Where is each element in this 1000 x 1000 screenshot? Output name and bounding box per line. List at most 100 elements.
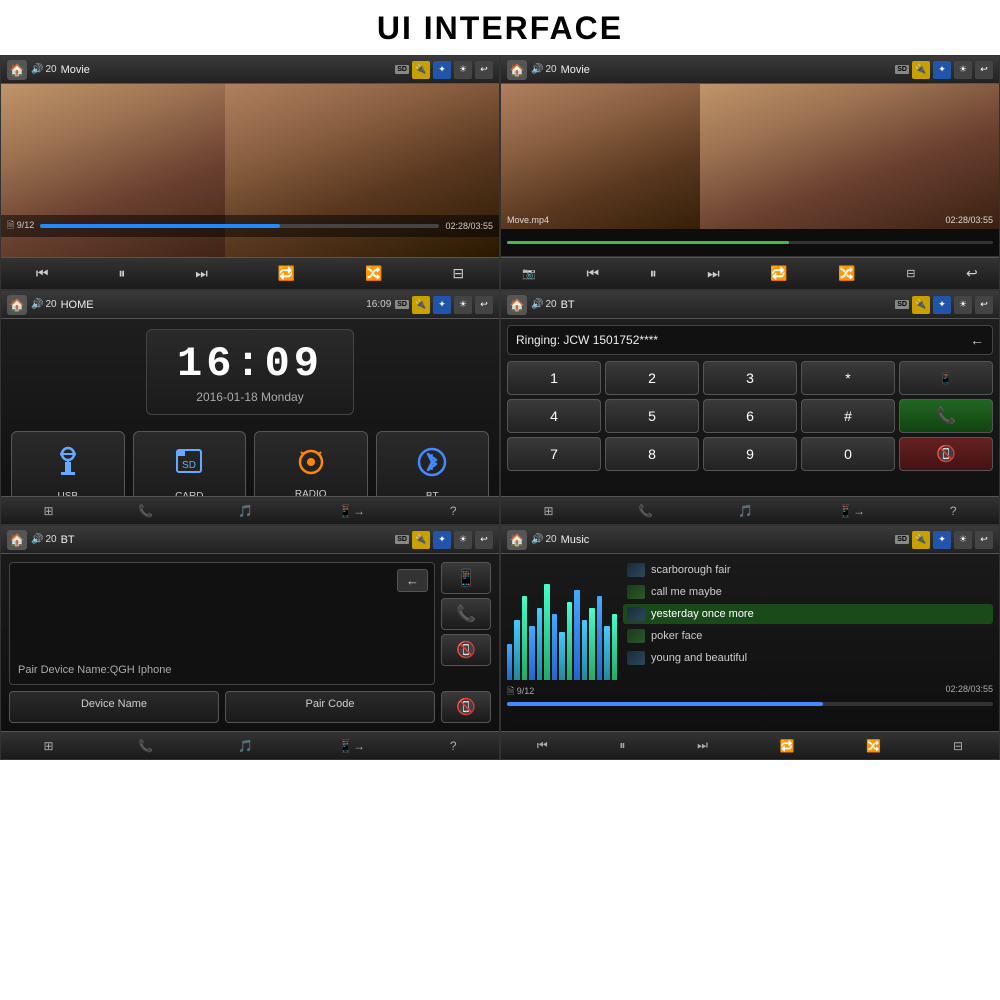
- volume-music: 🔊20: [531, 534, 557, 545]
- nav-repeat-music[interactable]: 🔁: [774, 737, 801, 755]
- eq-bar-2: [522, 596, 527, 680]
- repeat-btn-1[interactable]: 🔁: [274, 263, 299, 284]
- brightness-icon-1[interactable]: ☀: [454, 61, 472, 79]
- nav-phone-home[interactable]: 📞: [132, 502, 159, 520]
- play-pause-btn-1[interactable]: ⏸: [114, 263, 129, 284]
- more-btn-1[interactable]: ⊟: [448, 263, 468, 284]
- end-call-btn[interactable]: 📵: [441, 691, 491, 723]
- nav-next-music[interactable]: ⏭: [691, 736, 714, 755]
- progress-bar-1[interactable]: [40, 224, 439, 228]
- nav-help-bt[interactable]: ?: [444, 737, 463, 755]
- bt-call-btn[interactable]: 📞: [441, 598, 491, 630]
- app-bt[interactable]: BT: [376, 431, 490, 496]
- nav-phone-phone[interactable]: 📞: [632, 502, 659, 520]
- bottom-nav-home: ⊞ 📞 🎵 📱→ ?: [1, 496, 499, 524]
- home-icon-music[interactable]: 🏠: [507, 530, 527, 550]
- volume-2: 🔊20: [531, 64, 557, 75]
- key-4[interactable]: 4: [507, 399, 601, 433]
- nav-grid-bt[interactable]: ⊞: [37, 737, 59, 755]
- brightness-icon-music[interactable]: ☀: [954, 531, 972, 549]
- camera-btn-2[interactable]: 📷: [518, 265, 540, 282]
- key-end[interactable]: 📵: [899, 437, 993, 471]
- playlist-item-2[interactable]: call me maybe: [623, 582, 993, 602]
- key-star[interactable]: *: [801, 361, 895, 395]
- nav-shuffle-music[interactable]: 🔀: [860, 737, 887, 755]
- thumb-2: [627, 585, 645, 599]
- key-hash[interactable]: #: [801, 399, 895, 433]
- pair-code-btn[interactable]: Pair Code: [225, 691, 435, 723]
- key-8[interactable]: 8: [605, 437, 699, 471]
- home-icon-2[interactable]: 🏠: [507, 60, 527, 80]
- playlist-item-5[interactable]: young and beautiful: [623, 648, 993, 668]
- key-9[interactable]: 9: [703, 437, 797, 471]
- nav-playpause-music[interactable]: ⏸: [613, 736, 631, 755]
- play-btn-2[interactable]: ⏸: [646, 263, 661, 284]
- nav-phone-bt[interactable]: 📞: [132, 737, 159, 755]
- home-icon-phone[interactable]: 🏠: [507, 295, 527, 315]
- next-btn-1[interactable]: ⏭: [191, 263, 212, 284]
- progress-wrap-2[interactable]: [507, 241, 993, 244]
- brightness-icon-bt[interactable]: ☀: [454, 531, 472, 549]
- scene-person2-2: [700, 84, 999, 229]
- shuffle-btn-2[interactable]: 🔀: [834, 263, 859, 284]
- playlist-item-4[interactable]: poker face: [623, 626, 993, 646]
- key-5[interactable]: 5: [605, 399, 699, 433]
- back-icon-1[interactable]: ↩: [475, 61, 493, 79]
- brightness-icon-2[interactable]: ☀: [954, 61, 972, 79]
- nav-music-home[interactable]: 🎵: [232, 502, 259, 520]
- back-ctrl-btn-2[interactable]: ↩: [962, 263, 982, 284]
- music-progress-area: 🗎 9/12 02:28/03:55: [507, 684, 993, 706]
- nav-device-bt[interactable]: 📱→: [332, 737, 371, 755]
- key-0[interactable]: 0: [801, 437, 895, 471]
- eq-bar-8: [567, 602, 572, 680]
- back-icon-home[interactable]: ↩: [475, 296, 493, 314]
- video-panel-1: 🏠 🔊20 Movie SD 🔌 ✦ ☀ ↩: [0, 55, 500, 290]
- brightness-icon-home[interactable]: ☀: [454, 296, 472, 314]
- nav-device-home[interactable]: 📱→: [332, 502, 371, 520]
- playlist-item-3[interactable]: yesterday once more: [623, 604, 993, 624]
- app-card[interactable]: SD CARD: [133, 431, 247, 496]
- progress-bar-music[interactable]: [507, 702, 993, 706]
- bt-end-btn[interactable]: 📵: [441, 634, 491, 666]
- key-7[interactable]: 7: [507, 437, 601, 471]
- nav-prev-music[interactable]: ⏮: [531, 736, 554, 755]
- nav-device-phone[interactable]: 📱→: [832, 502, 871, 520]
- nav-music-phone[interactable]: 🎵: [732, 502, 759, 520]
- app-usb[interactable]: USB: [11, 431, 125, 496]
- key-2[interactable]: 2: [605, 361, 699, 395]
- back-icon-bt[interactable]: ↩: [475, 531, 493, 549]
- bt-back-btn[interactable]: ←: [397, 569, 428, 592]
- nav-grid-phone[interactable]: ⊞: [537, 502, 559, 520]
- key-6[interactable]: 6: [703, 399, 797, 433]
- back-icon-2[interactable]: ↩: [975, 61, 993, 79]
- app-radio[interactable]: RADIO: [254, 431, 368, 496]
- nav-more-music[interactable]: ⊟: [947, 737, 969, 755]
- home-icon-bt[interactable]: 🏠: [7, 530, 27, 550]
- screen-btn-2[interactable]: ⊟: [902, 265, 919, 282]
- shuffle-btn-1[interactable]: 🔀: [361, 263, 386, 284]
- home-icon-1[interactable]: 🏠: [7, 60, 27, 80]
- key-3[interactable]: 3: [703, 361, 797, 395]
- home-icon-home[interactable]: 🏠: [7, 295, 27, 315]
- backspace-btn[interactable]: ←: [970, 332, 984, 348]
- brightness-icon-phone[interactable]: ☀: [954, 296, 972, 314]
- nav-grid-home[interactable]: ⊞: [37, 502, 59, 520]
- prev-btn-1[interactable]: ⏮: [32, 263, 53, 284]
- bt-phone-btn[interactable]: 📱: [441, 562, 491, 594]
- key-1[interactable]: 1: [507, 361, 601, 395]
- next-btn-2[interactable]: ⏭: [703, 263, 724, 284]
- pair-device-text: Pair Device Name:QGH Iphone: [18, 664, 426, 676]
- device-name-btn[interactable]: Device Name: [9, 691, 219, 723]
- key-call[interactable]: 📞: [899, 399, 993, 433]
- prev-btn-2[interactable]: ⏮: [583, 263, 604, 284]
- back-icon-music[interactable]: ↩: [975, 531, 993, 549]
- nav-music-bt[interactable]: 🎵: [232, 737, 259, 755]
- nav-help-home[interactable]: ?: [444, 502, 463, 520]
- eq-bar-5: [544, 584, 549, 680]
- nav-help-phone[interactable]: ?: [944, 502, 963, 520]
- playlist-item-1[interactable]: scarborough fair: [623, 560, 993, 580]
- app-radio-label: RADIO: [295, 489, 327, 496]
- repeat-btn-2[interactable]: 🔁: [766, 263, 791, 284]
- back-icon-phone[interactable]: ↩: [975, 296, 993, 314]
- key-contacts[interactable]: 📱: [899, 361, 993, 395]
